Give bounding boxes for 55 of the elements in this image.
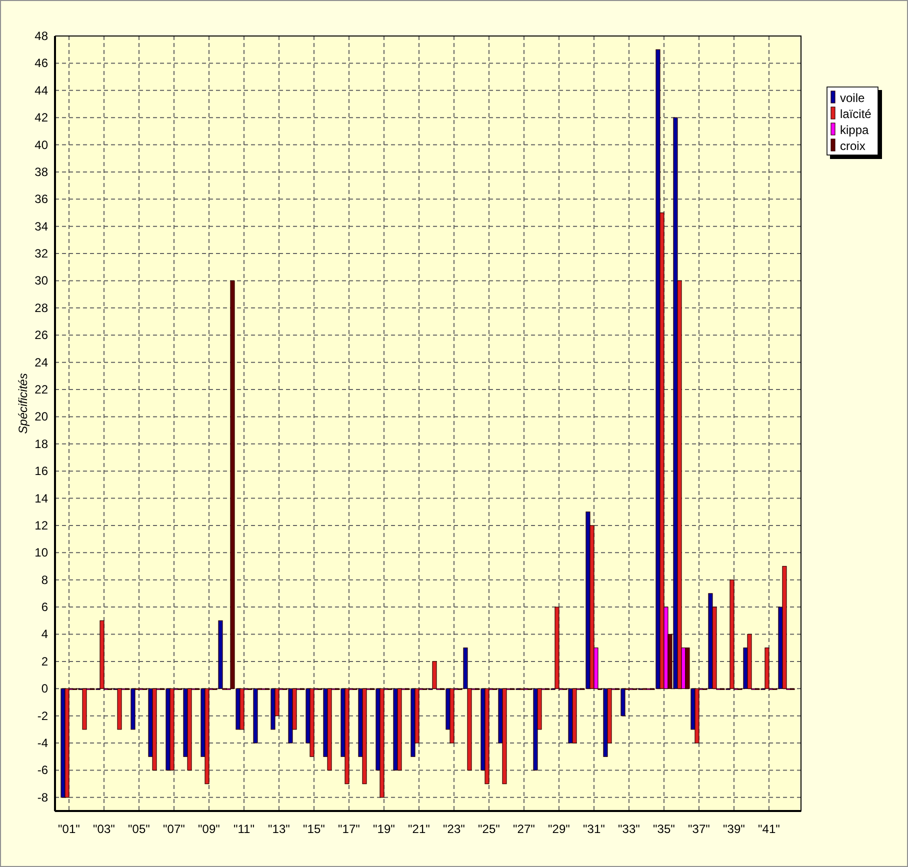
y-tick-label: 10 xyxy=(34,546,48,560)
x-tick-label: "09" xyxy=(198,822,220,836)
y-tick-label: 12 xyxy=(34,518,48,532)
y-tick-label: 46 xyxy=(34,56,48,70)
x-tick-label: "03" xyxy=(93,822,115,836)
x-tick-label: "25" xyxy=(478,822,500,836)
y-tick-label: -2 xyxy=(37,708,48,723)
y-tick-label: 2 xyxy=(41,654,48,668)
x-tick-label: "35" xyxy=(653,822,675,836)
y-tick-label: 0 xyxy=(41,682,48,696)
x-tick-label: "19" xyxy=(373,822,395,836)
y-tick-label: 32 xyxy=(34,246,48,261)
x-tick-label: "11" xyxy=(234,822,254,836)
y-tick-label: 6 xyxy=(41,600,48,614)
x-tick-label: "27" xyxy=(513,822,535,836)
x-tick-label: "29" xyxy=(548,822,570,836)
y-tick-label: 24 xyxy=(34,355,48,370)
legend-label: voile xyxy=(840,91,865,105)
y-tick-label: 34 xyxy=(34,219,48,234)
legend-label: kippa xyxy=(840,123,869,137)
x-tick-label: "05" xyxy=(128,822,150,836)
legend-label: laïcité xyxy=(840,107,872,121)
x-tick-label: "17" xyxy=(338,822,360,836)
y-tick-label: -6 xyxy=(37,763,48,778)
y-tick-label: 36 xyxy=(34,192,48,206)
x-tick-label: "33" xyxy=(618,822,640,836)
y-tick-label: 44 xyxy=(34,83,48,98)
legend-label: croix xyxy=(840,139,866,153)
y-tick-label: 4 xyxy=(41,627,48,642)
x-tick-label: "01" xyxy=(58,822,80,836)
y-tick-label: 22 xyxy=(34,382,48,396)
x-tick-label: "41" xyxy=(758,822,780,836)
y-tick-label: 42 xyxy=(34,110,48,125)
y-tick-label: 20 xyxy=(34,410,48,424)
y-tick-label: 18 xyxy=(34,436,48,451)
x-tick-label: "13" xyxy=(268,822,290,836)
x-tick-label: "37" xyxy=(688,822,710,836)
x-tick-label: "07" xyxy=(163,822,185,836)
y-tick-label: 38 xyxy=(34,164,48,179)
x-tick-label: "23" xyxy=(443,822,465,836)
y-tick-label: 26 xyxy=(34,328,48,342)
y-tick-label: 28 xyxy=(34,300,48,315)
x-tick-label: "15" xyxy=(303,822,325,836)
y-tick-label: 40 xyxy=(34,138,48,152)
y-tick-label: -4 xyxy=(37,736,48,750)
y-tick-label: -8 xyxy=(37,790,48,804)
y-axis-label: Spécificités xyxy=(16,373,30,434)
y-tick-label: 48 xyxy=(34,29,48,43)
x-tick-label: "31" xyxy=(583,822,605,836)
y-tick-label: 14 xyxy=(34,491,48,506)
y-tick-label: 8 xyxy=(41,572,48,587)
y-tick-label: 16 xyxy=(34,464,48,478)
y-tick-label: 30 xyxy=(34,274,48,288)
x-tick-label: "21" xyxy=(408,822,430,836)
x-tick-label: "39" xyxy=(723,822,745,836)
